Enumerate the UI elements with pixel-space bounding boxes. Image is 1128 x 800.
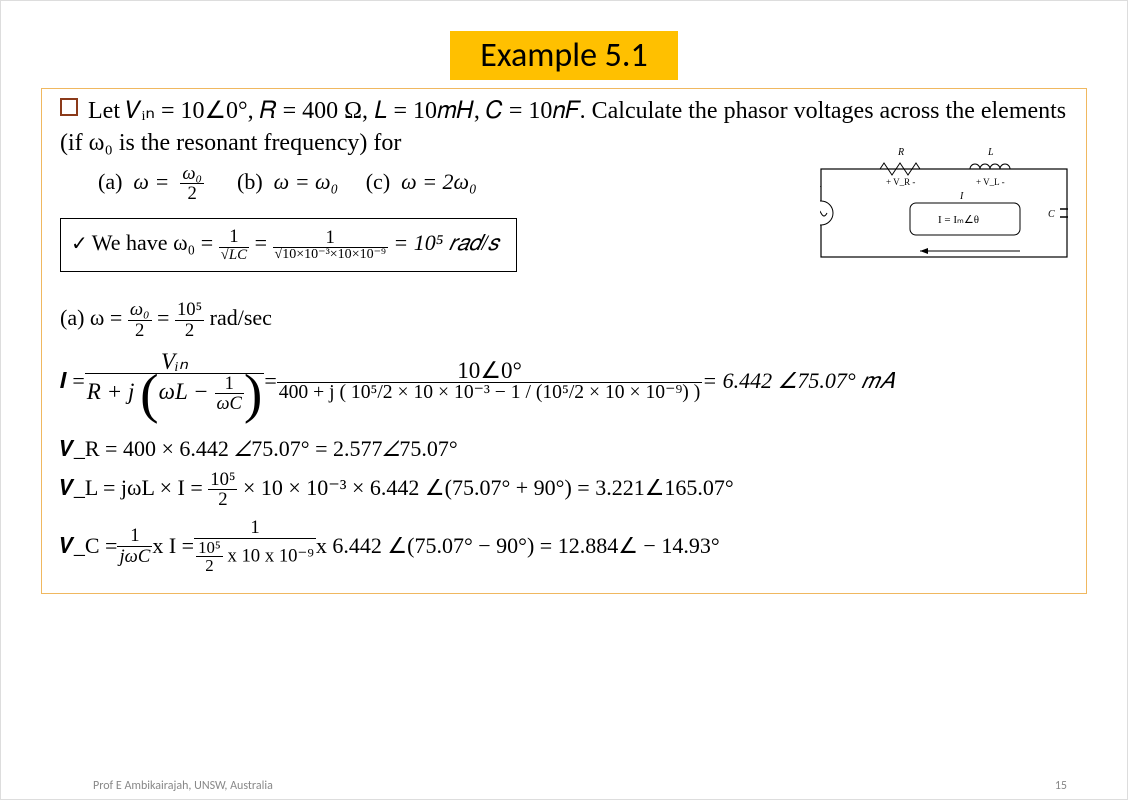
pa-f1d: 2 xyxy=(128,321,152,341)
box-f1-num: 1 xyxy=(219,227,250,248)
VC-f1n: 1 xyxy=(117,526,152,547)
VC-rest: x 6.442 ∠(75.07° − 90°) = 12.884∠ − 14.9… xyxy=(316,533,720,559)
bullet-icon xyxy=(60,98,78,116)
check-icon: ✓ xyxy=(71,233,88,255)
VC-f1d: jωC xyxy=(117,547,152,567)
case-c-label: (c) xyxy=(366,169,390,194)
VR-label: + V_R - xyxy=(886,177,915,187)
VC-f2dr: x 10 x 10⁻⁹ xyxy=(223,545,314,566)
footer-author: Prof E Ambikairajah, UNSW, Australia xyxy=(93,779,273,793)
case-b-label: (b) xyxy=(237,169,263,194)
omega-row: (a) ω = ω₀ 2 = 10⁵ 2 rad/sec xyxy=(60,300,1068,340)
part-a-work: (a) ω = ω₀ 2 = 10⁵ 2 rad/sec 𝑰 = Vᵢₙ R xyxy=(60,300,1068,574)
VC-f2db: 2 xyxy=(196,557,223,575)
content-box: Let 𝑉ᵢₙ = 10∠0°, 𝑅 = 400 Ω, 𝐿 = 10𝑚𝐻, 𝐶 … xyxy=(41,88,1087,594)
I-left: 𝑰 = xyxy=(60,368,85,394)
footer: Prof E Ambikairajah, UNSW, Australia 15 xyxy=(93,779,1067,793)
I-den-pre: R + j xyxy=(87,378,135,404)
pa-unit: rad/sec xyxy=(210,306,272,331)
I-den-fd: ωC xyxy=(215,394,244,413)
VC-left: 𝑽_C = xyxy=(60,533,117,559)
I-den-fn: 1 xyxy=(215,374,244,394)
title-bar: Example 5.1 xyxy=(450,31,677,80)
VC-f2dt: 10⁵ xyxy=(196,539,223,558)
case-b-eq: ω = ω₀ xyxy=(274,169,339,194)
VC-mid: x I = xyxy=(152,533,194,559)
pa-f2n: 10⁵ xyxy=(175,300,204,321)
VC-f2d: 10⁵ 2 x 10 x 10⁻⁹ xyxy=(194,539,316,575)
VL-fn: 10⁵ xyxy=(208,470,237,491)
R-label: R xyxy=(897,147,904,158)
title-row: Example 5.1 xyxy=(41,31,1087,80)
I-den2: 400 + j ( 10⁵/2 × 10 × 10⁻³ − 1 / (10⁵/2… xyxy=(277,383,703,404)
pa-heading: (a) ω = xyxy=(60,306,122,331)
VC-f2n: 1 xyxy=(194,518,316,539)
VL-rest: × 10 × 10⁻³ × 6.442 ∠(75.07° + 90°) = 3.… xyxy=(243,475,734,500)
VL-left: 𝑽_L = jωL × I = xyxy=(60,475,208,500)
box-prefix: We have ω₀ = xyxy=(92,230,213,255)
VL-fd: 2 xyxy=(208,490,237,510)
pa-f2d: 2 xyxy=(175,321,204,341)
VL-label: + V_L - xyxy=(976,177,1005,187)
box-eq1: = xyxy=(255,230,273,255)
I-num: Vᵢₙ xyxy=(85,349,265,374)
slide: Example 5.1 Let 𝑉ᵢₙ = 10∠0°, 𝑅 = 400 Ω, … xyxy=(0,0,1128,800)
case-a-eq: ω = xyxy=(133,169,169,194)
I-label: I xyxy=(959,191,964,202)
box-result: = 10⁵ 𝑟𝑎𝑑/𝑠 xyxy=(393,230,498,255)
box-f1-den: √LC xyxy=(219,248,250,264)
omega0-box: ✓We have ω₀ = 1 √LC = 1 √10×10⁻³×10×10⁻⁹… xyxy=(60,218,517,272)
I-result: = 6.442 ∠75.07° 𝑚𝐴 xyxy=(702,368,893,394)
case-a-den: 2 xyxy=(180,184,204,204)
circuit-diagram: Vᵢₙ = Vₘ∠0° + - R + V_R - L + V_L - C + … xyxy=(820,147,1068,267)
case-a-num: ω₀ xyxy=(180,164,204,185)
VL-row: 𝑽_L = jωL × I = 10⁵ 2 × 10 × 10⁻³ × 6.44… xyxy=(60,470,1068,510)
box-f2-den: √10×10⁻³×10×10⁻⁹ xyxy=(273,248,388,263)
footer-page: 15 xyxy=(1055,779,1067,793)
I-den: R + j (ωL − 1 ωC ) xyxy=(85,374,265,414)
box-f2-num: 1 xyxy=(273,228,388,249)
I-eq: I = Iₘ∠θ xyxy=(938,214,979,226)
L-label: L xyxy=(987,147,994,158)
I-den-inner: ωL − xyxy=(159,378,215,404)
I-row: 𝑰 = Vᵢₙ R + j (ωL − 1 ωC ) = 10∠0° xyxy=(60,349,1068,414)
case-c-eq: ω = 2ω₀ xyxy=(401,169,477,194)
VC-row: 𝑽_C = 1 jωC x I = 1 10⁵ 2 x 10 x 10⁻⁹ xyxy=(60,518,1068,575)
C-label: C xyxy=(1048,209,1055,220)
case-a-label: (a) xyxy=(98,169,122,194)
VR-row: 𝑽_R = 400 × 6.442 ∠75.07° = 2.577∠75.07° xyxy=(60,436,1068,462)
pa-f1n: ω₀ xyxy=(128,300,152,321)
pa-eq: = xyxy=(157,306,175,331)
src-plus: + xyxy=(820,182,822,193)
I-num2: 10∠0° xyxy=(277,358,703,383)
I-mid: = xyxy=(264,368,276,394)
